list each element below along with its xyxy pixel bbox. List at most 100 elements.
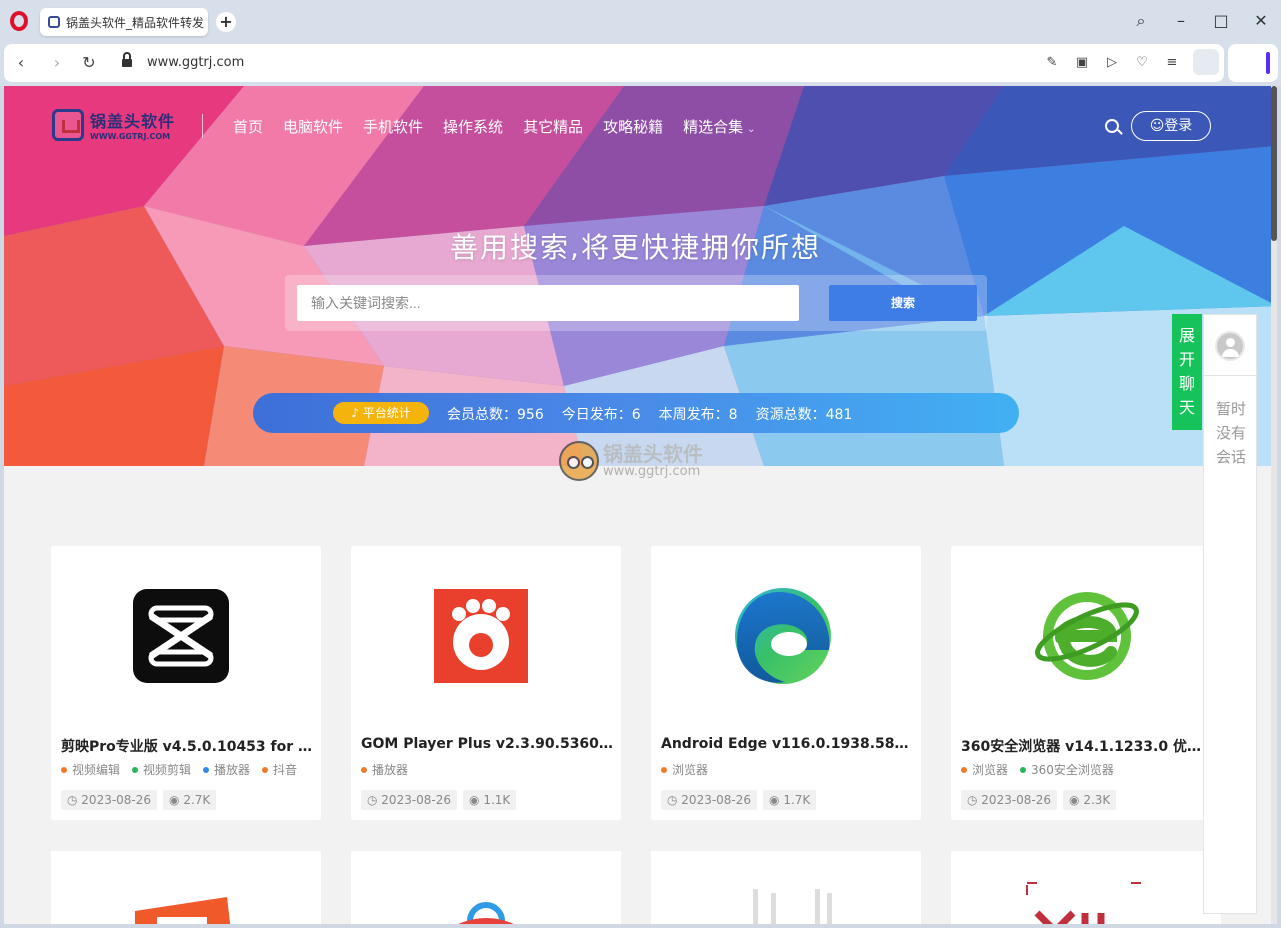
login-label: 登录 <box>1164 118 1193 134</box>
bell-icon: ♪ <box>351 406 363 420</box>
clock-icon: ◷ <box>667 793 682 807</box>
search-box: 搜索 <box>285 275 987 331</box>
software-card[interactable]: 360安全浏览器 v14.1.1233.0 优化... 浏览器 360安全浏览器… <box>951 546 1221 820</box>
send-icon[interactable]: ▷ <box>1103 54 1121 72</box>
login-button[interactable]: ☺登录 <box>1131 111 1211 141</box>
edit-icon[interactable]: ✎ <box>1043 54 1061 72</box>
card-title[interactable]: 360安全浏览器 v14.1.1233.0 优化... <box>961 736 1213 756</box>
scrollbar-thumb[interactable] <box>1271 86 1277 241</box>
sidebar-toggle[interactable] <box>1266 52 1270 74</box>
tab-title: 锅盖头软件_精品软件转发 <box>66 15 205 30</box>
nav-pc-software[interactable]: 电脑软件 <box>283 116 343 137</box>
chat-panel: 暂时没有会话 <box>1203 314 1258 914</box>
opera-logo-icon[interactable] <box>10 11 28 31</box>
eye-icon: ◉ <box>469 793 484 807</box>
360-browser-icon <box>1035 592 1139 680</box>
user-icon: ☺ <box>1149 118 1165 134</box>
eye-icon: ◉ <box>769 793 784 807</box>
card-tag[interactable]: 视频编辑 <box>61 761 120 778</box>
nav-divider <box>202 114 203 138</box>
stats-badge: ♪ 平台统计 <box>333 402 429 424</box>
clock-icon: ◷ <box>967 793 982 807</box>
heart-icon[interactable]: ♡ <box>1133 54 1151 72</box>
card-views: ◉ 2.7K <box>163 790 217 810</box>
stat-members: 会员总数：956 <box>447 407 544 423</box>
address-bar[interactable]: ‹ › ↻ www.ggtrj.com ✎ ▣ ▷ ♡ ≡ <box>4 44 1224 82</box>
card-tag[interactable]: 播放器 <box>203 761 250 778</box>
maximize-button[interactable]: □ <box>1210 10 1232 32</box>
watermark-url: www.ggtrj.com <box>603 464 701 479</box>
nav-other[interactable]: 其它精品 <box>523 116 583 137</box>
card-tag[interactable]: 视频剪辑 <box>132 761 191 778</box>
software-card[interactable]: 剪映Pro专业版 v4.5.0.10453 for ... 视频编辑 视频剪辑 … <box>51 546 321 820</box>
watermark: 锅盖头软件 www.ggtrj.com <box>559 441 703 481</box>
card-date: ◷ 2023-08-26 <box>661 790 758 810</box>
card-tag[interactable]: 播放器 <box>361 761 408 778</box>
card-tag[interactable]: 抖音 <box>262 761 297 778</box>
card-views: ◉ 2.3K <box>1063 790 1117 810</box>
eye-icon: ◉ <box>169 793 184 807</box>
vip-thumbnail-icon <box>1026 882 1142 924</box>
back-button[interactable]: ‹ <box>11 53 31 73</box>
nav-guides[interactable]: 攻略秘籍 <box>603 116 663 137</box>
software-card[interactable] <box>351 851 621 924</box>
clock-icon: ◷ <box>67 793 82 807</box>
stats-badge-label: 平台统计 <box>362 406 411 420</box>
software-card[interactable]: Android Edge v116.0.1938.58 St... 浏览器 ◷ … <box>651 546 921 820</box>
camera-icon[interactable]: ▣ <box>1073 54 1091 72</box>
minimize-button[interactable]: – <box>1170 10 1192 32</box>
tab-search-icon[interactable]: ⌕ <box>1130 10 1152 32</box>
card-views: ◉ 1.7K <box>763 790 817 810</box>
software-card[interactable] <box>51 851 321 924</box>
software-card[interactable] <box>951 851 1221 924</box>
card-tag[interactable]: 360安全浏览器 <box>1020 761 1114 778</box>
stat-week: 本周发布：8 <box>658 407 738 423</box>
software-card[interactable] <box>651 851 921 924</box>
chat-divider <box>1204 375 1258 376</box>
gom-player-icon <box>434 589 528 683</box>
site-logo[interactable]: 锅盖头软件 WWW.GGTRJ.COM <box>52 108 175 141</box>
nav-collections[interactable]: 精选合集 ⌄ <box>683 116 755 137</box>
card-date: ◷ 2023-08-26 <box>61 790 158 810</box>
stat-resources: 资源总数：481 <box>755 407 853 423</box>
nav-mobile-software[interactable]: 手机软件 <box>363 116 423 137</box>
card-tag[interactable]: 浏览器 <box>961 761 1008 778</box>
search-input[interactable] <box>297 285 799 321</box>
logo-title: 锅盖头软件 <box>90 112 176 131</box>
page-scrollbar[interactable] <box>1271 86 1277 924</box>
profile-icon[interactable] <box>1193 49 1219 75</box>
nav-home[interactable]: 首页 <box>233 116 263 137</box>
card-title[interactable]: Android Edge v116.0.1938.58 St... <box>661 736 913 752</box>
new-tab-button[interactable]: + <box>216 12 236 32</box>
card-date: ◷ 2023-08-26 <box>961 790 1058 810</box>
forward-button[interactable]: › <box>47 53 67 73</box>
nav-collections-label: 精选合集 <box>683 118 744 136</box>
stat-today: 今日发布：6 <box>561 407 641 423</box>
eye-icon: ◉ <box>1069 793 1084 807</box>
edge-icon <box>735 588 831 684</box>
expand-chat-tab[interactable]: 展开聊天 <box>1172 314 1202 430</box>
header-search-icon[interactable] <box>1105 119 1119 133</box>
expand-chat-label: 展开聊天 <box>1179 326 1196 417</box>
card-tag[interactable]: 浏览器 <box>661 761 708 778</box>
url-text[interactable]: www.ggtrj.com <box>147 55 244 70</box>
reload-button[interactable]: ↻ <box>79 53 99 73</box>
browser-tab[interactable]: 锅盖头软件_精品软件转发 <box>40 8 208 36</box>
clock-icon: ◷ <box>367 793 382 807</box>
card-title[interactable]: GOM Player Plus v2.3.90.5360 ... <box>361 736 613 752</box>
watermark-title: 锅盖头软件 <box>603 442 703 466</box>
page-viewport: 锅盖头软件 WWW.GGTRJ.COM 首页 电脑软件 手机软件 操作系统 其它… <box>4 86 1277 924</box>
main-nav: 首页 电脑软件 手机软件 操作系统 其它精品 攻略秘籍 精选合集 ⌄ <box>233 116 776 137</box>
close-window-button[interactable]: ✕ <box>1250 10 1272 32</box>
card-title[interactable]: 剪映Pro专业版 v4.5.0.10453 for ... <box>61 736 313 756</box>
extensions-icon[interactable] <box>1228 44 1278 82</box>
nav-os[interactable]: 操作系统 <box>443 116 503 137</box>
chat-empty-text: 暂时没有会话 <box>1215 400 1246 466</box>
search-button[interactable]: 搜索 <box>829 285 977 321</box>
hero-title: 善用搜索,将更快捷拥你所想 <box>450 231 821 264</box>
toolbar: ‹ › ↻ www.ggtrj.com ✎ ▣ ▷ ♡ ≡ <box>0 42 1281 86</box>
lock-icon[interactable] <box>122 52 132 68</box>
easy-setup-icon[interactable]: ≡ <box>1163 54 1181 72</box>
software-card[interactable]: GOM Player Plus v2.3.90.5360 ... 播放器 ◷ 2… <box>351 546 621 820</box>
logo-subtitle: WWW.GGTRJ.COM <box>90 132 171 141</box>
